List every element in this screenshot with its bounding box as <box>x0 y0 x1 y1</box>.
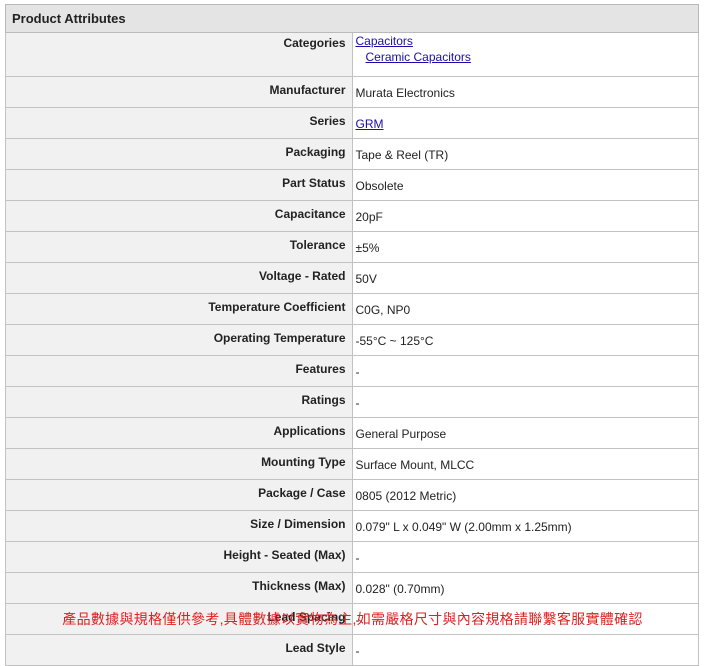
attribute-value: Tape & Reel (TR) <box>351 138 699 170</box>
product-attributes-table: Product Attributes Categories Capacitors… <box>5 4 699 666</box>
attribute-label: Mounting Type <box>5 448 353 480</box>
attribute-row-categories: Categories Capacitors Ceramic Capacitors <box>5 32 699 77</box>
attribute-label: Manufacturer <box>5 76 353 108</box>
capacitors-category-link[interactable]: Capacitors <box>356 34 413 48</box>
attribute-label: Part Status <box>5 169 353 201</box>
attribute-value: 20pF <box>351 200 699 232</box>
attribute-label: Size / Dimension <box>5 510 353 542</box>
attribute-row-part-status: Part Status Obsolete <box>5 169 699 201</box>
attribute-row-manufacturer: Manufacturer Murata Electronics <box>5 76 699 108</box>
ceramic-capacitors-category-link[interactable]: Ceramic Capacitors <box>366 50 471 64</box>
attribute-value: Capacitors Ceramic Capacitors <box>351 32 699 77</box>
attribute-label: Ratings <box>5 386 353 418</box>
attribute-row-capacitance: Capacitance 20pF <box>5 200 699 232</box>
attribute-label: Thickness (Max) <box>5 572 353 604</box>
attribute-label: Height - Seated (Max) <box>5 541 353 573</box>
attribute-row-applications: Applications General Purpose <box>5 417 699 449</box>
attribute-value: GRM <box>351 107 699 139</box>
attribute-value: - <box>351 634 699 666</box>
attribute-row-features: Features - <box>5 355 699 387</box>
attribute-label: Series <box>5 107 353 139</box>
attribute-label: Lead Style <box>5 634 353 666</box>
attribute-label: Categories <box>5 32 353 77</box>
attribute-value: 0.079" L x 0.049" W (2.00mm x 1.25mm) <box>351 510 699 542</box>
attribute-row-lead-style: Lead Style - <box>5 634 699 666</box>
attribute-row-series: Series GRM <box>5 107 699 139</box>
attribute-value: - <box>351 541 699 573</box>
attribute-label: Temperature Coefficient <box>5 293 353 325</box>
series-link[interactable]: GRM <box>356 117 384 131</box>
attribute-row-package-case: Package / Case 0805 (2012 Metric) <box>5 479 699 511</box>
attribute-value: Obsolete <box>351 169 699 201</box>
attribute-label: Capacitance <box>5 200 353 232</box>
attribute-row-tolerance: Tolerance ±5% <box>5 231 699 263</box>
attribute-value: - <box>351 355 699 387</box>
attribute-label: Packaging <box>5 138 353 170</box>
attribute-value: - <box>351 386 699 418</box>
attribute-row-thickness: Thickness (Max) 0.028" (0.70mm) <box>5 572 699 604</box>
attribute-value: 0.028" (0.70mm) <box>351 572 699 604</box>
attribute-row-ratings: Ratings - <box>5 386 699 418</box>
attribute-value: ±5% <box>351 231 699 263</box>
attribute-value: 50V <box>351 262 699 294</box>
attribute-label: Operating Temperature <box>5 324 353 356</box>
disclaimer-notice: 產品數據與規格僅供參考,具體數據以實物為主,如需嚴格尺寸與內容規格請聯繫客服實體… <box>62 611 643 627</box>
attribute-label: Voltage - Rated <box>5 262 353 294</box>
attribute-row-size-dimension: Size / Dimension 0.079" L x 0.049" W (2.… <box>5 510 699 542</box>
attribute-row-voltage-rated: Voltage - Rated 50V <box>5 262 699 294</box>
attribute-row-height-seated: Height - Seated (Max) - <box>5 541 699 573</box>
attribute-value: -55°C ~ 125°C <box>351 324 699 356</box>
attribute-value: Murata Electronics <box>351 76 699 108</box>
attribute-value: 0805 (2012 Metric) <box>351 479 699 511</box>
attribute-row-packaging: Packaging Tape & Reel (TR) <box>5 138 699 170</box>
attribute-row-temperature-coefficient: Temperature Coefficient C0G, NP0 <box>5 293 699 325</box>
attribute-label: Features <box>5 355 353 387</box>
attribute-value: General Purpose <box>351 417 699 449</box>
attribute-value: C0G, NP0 <box>351 293 699 325</box>
attribute-label: Tolerance <box>5 231 353 263</box>
attribute-row-operating-temperature: Operating Temperature -55°C ~ 125°C <box>5 324 699 356</box>
attribute-label: Applications <box>5 417 353 449</box>
table-title: Product Attributes <box>5 4 699 33</box>
attribute-label: Package / Case <box>5 479 353 511</box>
attribute-row-mounting-type: Mounting Type Surface Mount, MLCC <box>5 448 699 480</box>
table-header-row: Product Attributes <box>5 4 699 33</box>
attribute-value: Surface Mount, MLCC <box>351 448 699 480</box>
